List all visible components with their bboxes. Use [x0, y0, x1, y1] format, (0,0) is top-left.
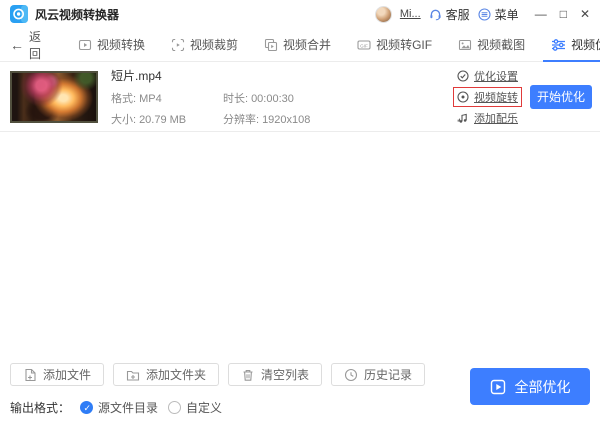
button-label: 历史记录 — [364, 368, 413, 382]
customer-service-button[interactable]: 客服 — [429, 6, 470, 23]
file-size: 大小: 20.79 MB — [111, 113, 187, 126]
play-square-icon — [490, 379, 505, 394]
file-list-item[interactable]: 短片.mp4 格式: MP4 时长: 00:00:30 大小: 20.79 MB 分辨… — [0, 62, 600, 132]
tab-video-screenshot[interactable]: 视频截图 — [445, 28, 538, 62]
button-label: 添加文件夹 — [146, 368, 207, 382]
app-logo-icon — [10, 5, 28, 23]
app-window: 风云视频转换器 Mi... 客服 菜单 — □ ✕ ← 返回 视频转换 视频裁剪… — [0, 0, 600, 422]
minimize-button[interactable]: — — [535, 8, 547, 20]
file-info: 短片.mp4 格式: MP4 时长: 00:00:30 大小: 20.79 MB 分辨… — [111, 67, 313, 127]
tab-video-merge[interactable]: 视频合并 — [251, 28, 344, 62]
video-screenshot-icon — [459, 39, 472, 50]
titlebar-right: Mi... 客服 菜单 — □ ✕ — [374, 5, 590, 23]
maximize-button[interactable]: □ — [560, 8, 567, 20]
video-merge-icon — [264, 38, 278, 51]
back-button[interactable]: ← 返回 — [10, 28, 41, 62]
history-button[interactable]: 历史记录 — [331, 363, 426, 386]
username-link[interactable]: Mi... — [400, 8, 421, 20]
tab-video-convert[interactable]: 视频转换 — [65, 28, 158, 62]
video-thumbnail — [10, 70, 98, 123]
svg-text:GIF: GIF — [360, 43, 368, 48]
optimize-settings-link[interactable]: 优化设置 — [457, 68, 518, 84]
optimize-all-label: 全部优化 — [514, 378, 571, 395]
item-actions: 优化设置 视频旋转 添加配乐 — [453, 68, 522, 126]
add-folder-icon — [126, 370, 140, 381]
start-optimize-button[interactable]: 开始优化 — [530, 84, 592, 109]
tabbar: ← 返回 视频转换 视频裁剪 视频合并 GIF 视频转GIF 视频截图 视频 — [0, 28, 600, 63]
tab-label: 视频转GIF — [376, 38, 433, 52]
tab-label: 视频合并 — [283, 38, 332, 52]
file-resolution: 分辨率: 1920x108 — [223, 113, 311, 126]
check-circle-icon — [457, 69, 469, 82]
radio-label: 自定义 — [186, 401, 223, 415]
history-clock-icon — [344, 368, 358, 381]
back-label: 返回 — [29, 29, 42, 61]
tab-label: 视频截图 — [477, 38, 526, 52]
file-list-empty-area — [0, 132, 600, 355]
menu-icon — [478, 7, 491, 21]
radio-checked-icon — [80, 401, 94, 414]
add-file-button[interactable]: 添加文件 — [10, 363, 105, 386]
file-name: 短片.mp4 — [111, 68, 162, 83]
file-duration: 时长: 00:00:30 — [223, 92, 294, 105]
tab-label: 视频优化 — [571, 38, 600, 52]
tab-video-optimize[interactable]: 视频优化 — [538, 28, 600, 63]
output-format-label: 输出格式： — [10, 401, 71, 415]
radio-custom[interactable]: 自定义 — [168, 399, 222, 416]
window-controls: — □ ✕ — [535, 8, 590, 20]
optimize-all-button[interactable]: 全部优化 — [470, 368, 590, 405]
headset-icon — [430, 9, 441, 20]
tab-video-to-gif[interactable]: GIF 视频转GIF — [344, 28, 445, 62]
video-crop-icon — [171, 38, 185, 51]
action-label: 添加配乐 — [474, 112, 518, 125]
tab-label: 视频转换 — [97, 38, 146, 52]
radio-source-directory[interactable]: 源文件目录 — [80, 399, 158, 416]
close-button[interactable]: ✕ — [580, 8, 590, 20]
file-meta: 格式: MP4 时长: 00:00:30 大小: 20.79 MB 分辨率: 1920x… — [111, 90, 313, 127]
tab-label: 视频裁剪 — [190, 38, 239, 52]
titlebar: 风云视频转换器 Mi... 客服 菜单 — □ ✕ — [0, 0, 600, 28]
add-music-link[interactable]: 添加配乐 — [457, 110, 518, 126]
rotate-icon — [457, 90, 469, 103]
back-arrow-icon: ← — [10, 36, 24, 53]
menu-button[interactable]: 菜单 — [478, 6, 519, 23]
user-avatar[interactable] — [374, 5, 392, 23]
tab-video-crop[interactable]: 视频裁剪 — [158, 28, 251, 62]
add-file-icon — [25, 368, 36, 381]
video-optimize-sliders-icon — [552, 38, 566, 51]
radio-label: 源文件目录 — [98, 401, 159, 415]
action-label: 视频旋转 — [474, 91, 518, 104]
button-label: 添加文件 — [43, 368, 92, 382]
bottom-toolbar: 添加文件 添加文件夹 清空列表 历史记录 输出格式： ✓ 源文件目录 自定义 全… — [0, 363, 600, 422]
file-format: 格式: MP4 — [111, 92, 162, 105]
video-convert-icon — [78, 39, 92, 50]
clear-list-button[interactable]: 清空列表 — [228, 363, 323, 386]
trash-icon — [243, 369, 253, 381]
button-label: 清空列表 — [261, 368, 310, 382]
action-label: 优化设置 — [474, 70, 518, 83]
menu-label: 菜单 — [494, 7, 519, 22]
customer-service-label: 客服 — [445, 7, 470, 22]
radio-unchecked-icon — [168, 401, 182, 414]
video-gif-icon: GIF — [357, 39, 371, 50]
video-rotate-link[interactable]: 视频旋转 — [453, 86, 522, 107]
add-folder-button[interactable]: 添加文件夹 — [113, 363, 220, 386]
music-note-icon — [457, 113, 467, 123]
app-title: 风云视频转换器 — [35, 7, 120, 22]
